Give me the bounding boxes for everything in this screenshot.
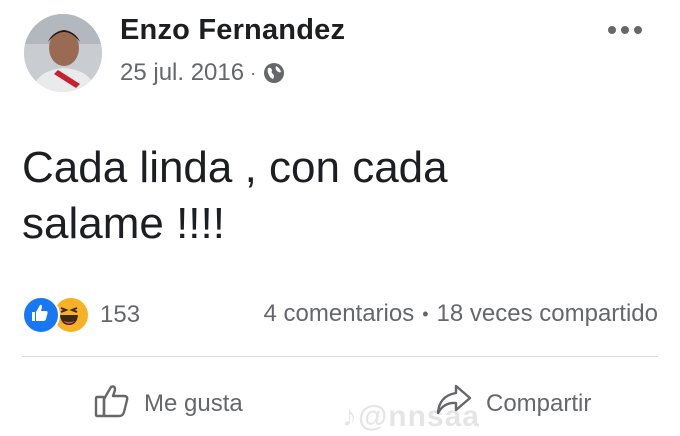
thumbs-up-icon (92, 380, 132, 427)
engagement-counts: 4 comentarios • 18 veces compartido (263, 300, 658, 328)
comments-count-link[interactable]: 4 comentarios (263, 300, 414, 328)
more-dot-icon (608, 26, 616, 34)
like-button[interactable]: Me gusta (92, 380, 243, 427)
author-name[interactable]: Enzo Fernandez (120, 14, 345, 47)
globe-icon[interactable] (262, 61, 286, 85)
video-watermark: ♪@nnsaa (342, 400, 480, 433)
shares-count-link[interactable]: 18 veces compartido (437, 300, 658, 328)
counts-separator: • (422, 303, 429, 324)
like-reaction-icon (22, 296, 60, 334)
reaction-count: 153 (100, 301, 141, 328)
post-stats: 153 4 comentarios • 18 veces compartido (22, 294, 658, 334)
facebook-post: Enzo Fernandez 25 jul. 2016 · Cada linda… (0, 0, 680, 436)
actions-divider (22, 356, 658, 357)
post-meta: 25 jul. 2016 · (120, 58, 286, 88)
post-date[interactable]: 25 jul. 2016 (120, 59, 244, 87)
more-dot-icon (634, 26, 642, 34)
reactions-summary[interactable]: 153 (22, 296, 140, 334)
post-text: Cada linda , con cada salame !!!! (22, 143, 448, 248)
author-avatar[interactable] (24, 14, 102, 92)
more-options-button[interactable] (608, 26, 642, 34)
meta-separator: · (250, 62, 257, 83)
like-button-label: Me gusta (144, 389, 243, 417)
share-button-label: Compartir (486, 389, 592, 417)
more-dot-icon (621, 26, 629, 34)
